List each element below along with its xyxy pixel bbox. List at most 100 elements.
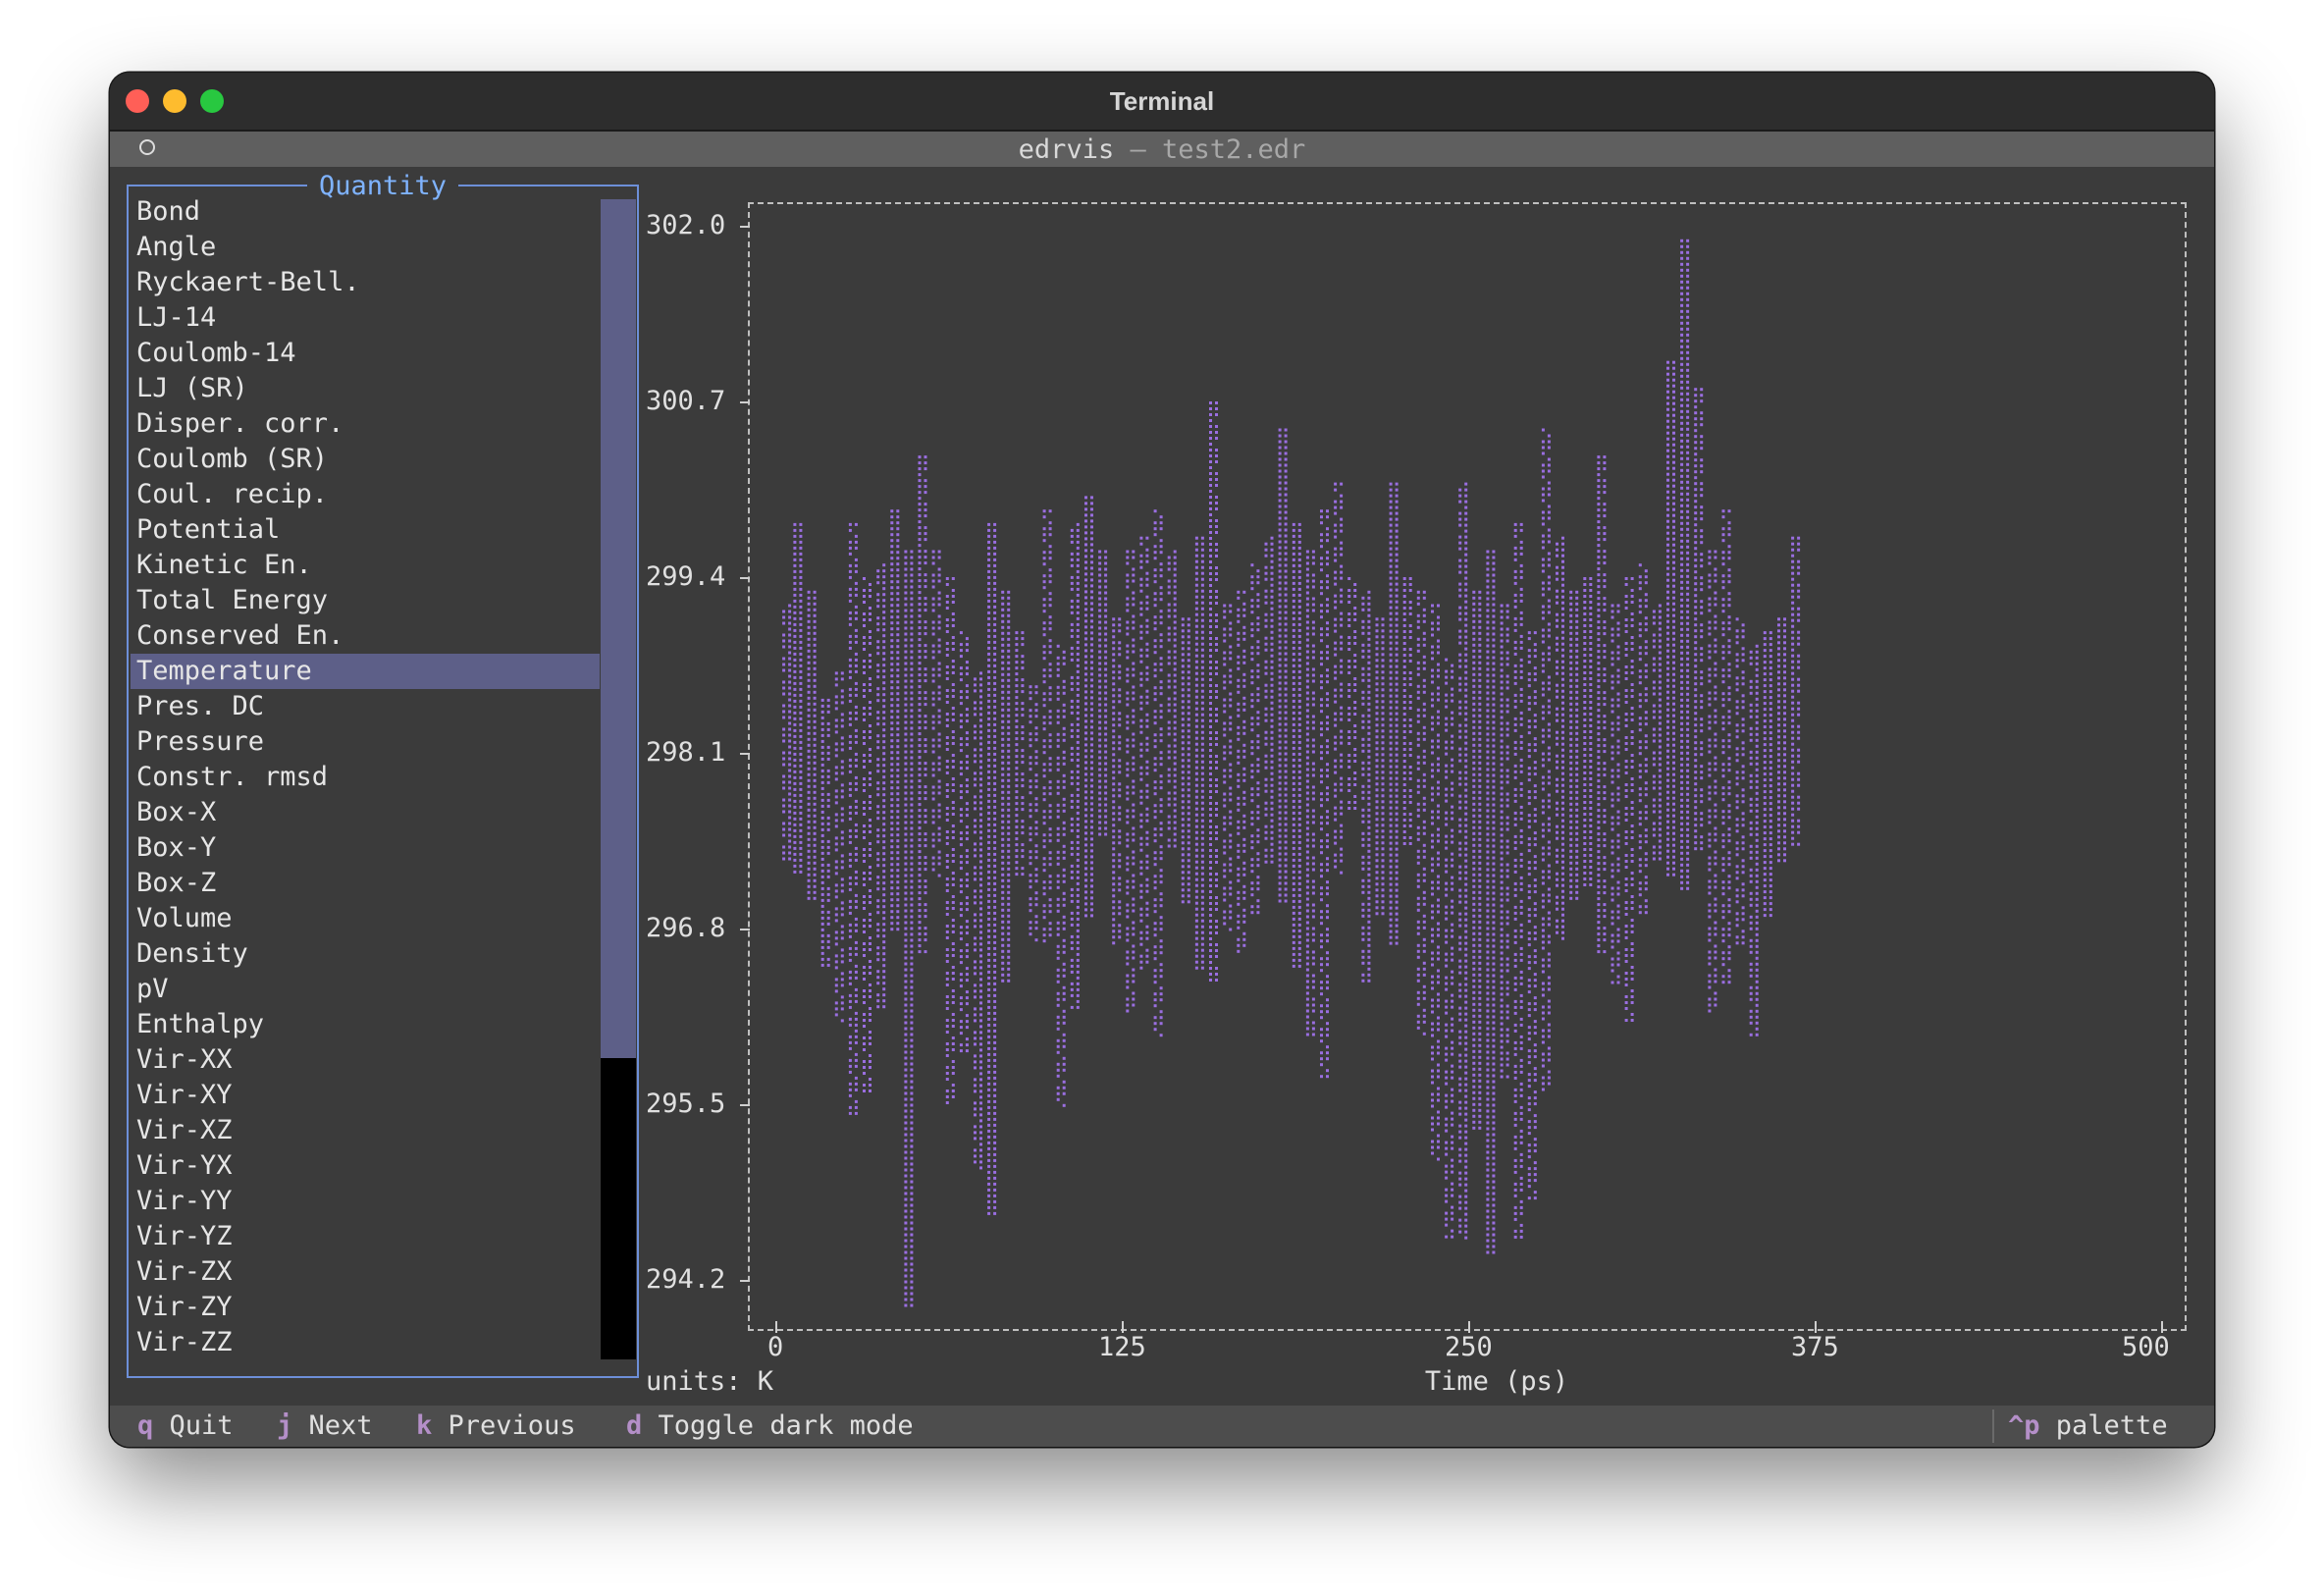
quantity-item[interactable]: Vir-XZ (131, 1113, 600, 1148)
quantity-item[interactable]: Density (131, 936, 600, 972)
quantity-item[interactable]: Volume (131, 901, 600, 936)
temperature-bar (807, 590, 817, 900)
temperature-bar (1583, 577, 1593, 886)
quantity-list: Bond Angle Ryckaert-Bell. LJ-14 Coulomb-14 LJ… (131, 194, 600, 1360)
temperature-bar (1056, 644, 1066, 1107)
temperature-bar (793, 522, 803, 874)
footer-hint[interactable]: d Toggle dark mode (626, 1406, 914, 1447)
footer-key: d (626, 1410, 643, 1441)
quantity-item[interactable]: pV (131, 972, 600, 1007)
footer-bar: q Quit j Next k Previous d Toggle dark mode… (110, 1406, 2214, 1447)
quantity-item[interactable]: Vir-YY (131, 1184, 600, 1219)
temperature-bar (1375, 617, 1385, 916)
quantity-item[interactable]: Box-X (131, 795, 600, 830)
quantity-scrollbar-thumb[interactable] (601, 199, 636, 1058)
quantity-item[interactable]: Vir-ZZ (131, 1325, 600, 1360)
temperature-bar (1791, 536, 1801, 846)
footer-hint[interactable]: q Quit (137, 1406, 234, 1447)
temperature-bar (1320, 509, 1329, 1079)
quantity-item[interactable]: LJ-14 (131, 300, 600, 336)
temperature-bar (1445, 658, 1454, 1239)
quantity-item[interactable]: Coul. recip. (131, 477, 600, 512)
temperature-bar (1126, 550, 1136, 1013)
tab-app-name: edrvis (1018, 134, 1115, 165)
temperature-bar (1042, 509, 1052, 943)
quantity-scrollbar[interactable] (601, 199, 636, 1359)
temperature-bar (1416, 590, 1426, 1036)
quantity-item[interactable]: Box-Y (131, 830, 600, 866)
quantity-item[interactable]: Bond (131, 194, 600, 230)
quantity-item[interactable]: Vir-YZ (131, 1219, 600, 1254)
temperature-bar (1194, 536, 1204, 970)
temperature-bar (1763, 631, 1772, 918)
quantity-item[interactable]: Enthalpy (131, 1007, 600, 1042)
quantity-item[interactable]: Pressure (131, 724, 600, 760)
x-tick-mark (1815, 1321, 1817, 1333)
y-tick-label: 294.2 (646, 1264, 726, 1295)
x-tick-mark (1122, 1321, 1124, 1333)
quantity-item[interactable]: Constr. rmsd (131, 760, 600, 795)
x-tick-label: 500 (2122, 1332, 2170, 1362)
quantity-item[interactable]: Vir-XX (131, 1042, 600, 1078)
temperature-bar (1015, 631, 1025, 877)
temperature-bar (848, 522, 858, 1115)
quantity-item[interactable]: Pres. DC (131, 689, 600, 724)
temperature-bar (1264, 536, 1274, 864)
temperature-bar (1611, 604, 1620, 984)
footer-label: Next (308, 1410, 373, 1441)
quantity-item[interactable]: LJ (SR) (131, 371, 600, 406)
y-tick-mark (740, 226, 750, 228)
quantity-item[interactable]: Vir-ZY (131, 1290, 600, 1325)
footer-key: j (277, 1410, 293, 1441)
quantity-item[interactable]: Potential (131, 512, 600, 548)
temperature-bar (1666, 360, 1675, 877)
footer-hint[interactable]: k Previous (416, 1406, 576, 1447)
temperature-bar (1708, 550, 1717, 1013)
quantity-item[interactable]: Total Energy (131, 583, 600, 618)
terminal-content: Quantity Bond Angle Ryckaert-Bell. LJ-14 Cou… (110, 167, 2214, 1447)
temperature-bar (1223, 604, 1233, 931)
quantity-item[interactable]: Ryckaert-Bell. (131, 265, 600, 300)
x-tick-label: 0 (767, 1332, 784, 1362)
quantity-item[interactable]: Kinetic En. (131, 548, 600, 583)
temperature-bar (1347, 577, 1357, 810)
temperature-bar (1638, 563, 1648, 915)
temperature-bar (1431, 604, 1440, 1161)
quantity-item[interactable]: Conserved En. (131, 618, 600, 654)
temperature-bar (1777, 617, 1786, 863)
quantity-item[interactable]: Coulomb-14 (131, 336, 600, 371)
footer-label: Toggle dark mode (658, 1410, 914, 1441)
quantity-item[interactable]: Box-Z (131, 866, 600, 901)
plot-marks (782, 239, 1801, 1307)
quantity-item[interactable]: Coulomb (SR) (131, 442, 600, 477)
x-tick-mark (775, 1321, 777, 1333)
temperature-bar (1541, 428, 1551, 1091)
quantity-item[interactable]: Temperature (131, 654, 600, 689)
temperature-bar (876, 563, 886, 1009)
footer-palette[interactable]: ^p palette (2008, 1406, 2168, 1447)
y-tick-mark (740, 753, 750, 755)
footer-hint[interactable]: j Next (277, 1406, 373, 1447)
quantity-item[interactable]: Angle (131, 230, 600, 265)
quantity-item[interactable]: Vir-XY (131, 1078, 600, 1113)
temperature-bar (1305, 550, 1315, 1036)
temperature-bar (1458, 482, 1468, 1240)
y-tick-mark (740, 1280, 750, 1282)
temperature-bar (1486, 550, 1496, 1254)
y-tick-label: 300.7 (646, 386, 726, 416)
temperature-bar (1389, 482, 1399, 945)
quantity-item[interactable]: Disper. corr. (131, 406, 600, 442)
y-tick-label: 298.1 (646, 737, 726, 768)
temperature-bar (1250, 563, 1260, 915)
y-tick-label: 296.8 (646, 913, 726, 943)
temperature-bar (1292, 522, 1301, 968)
x-tick-mark (1468, 1321, 1470, 1333)
tab-title[interactable]: edrvis — test2.edr (110, 134, 2214, 165)
tab-bar: edrvis — test2.edr (110, 132, 2214, 167)
quantity-item[interactable]: Vir-YX (131, 1148, 600, 1184)
temperature-bar (1029, 685, 1038, 942)
y-tick-label: 295.5 (646, 1089, 726, 1119)
temperature-bar (974, 671, 982, 1170)
temperature-bar (834, 671, 844, 1023)
quantity-item[interactable]: Vir-ZX (131, 1254, 600, 1290)
